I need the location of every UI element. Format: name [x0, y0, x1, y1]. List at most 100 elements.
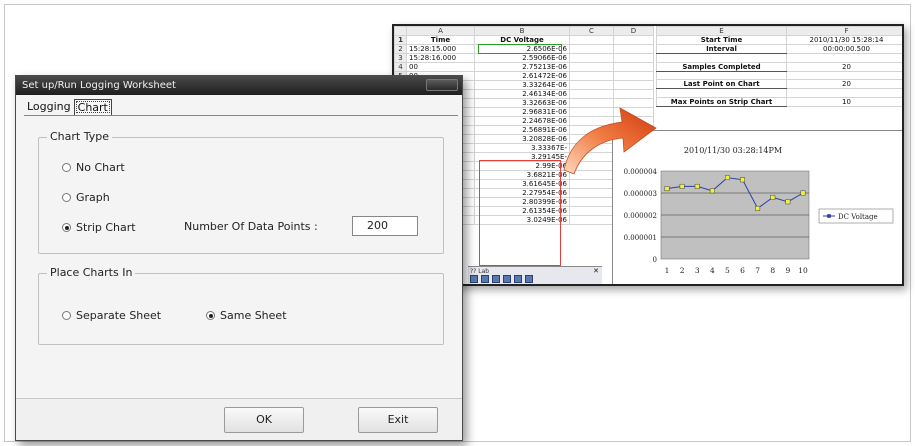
voltage-cell[interactable]: 2.75213E-06: [474, 62, 570, 72]
tool-icon[interactable]: [514, 275, 522, 283]
voltage-cell[interactable]: 2.80399E-06: [474, 197, 570, 207]
cell[interactable]: [569, 215, 614, 225]
radio-label: Separate Sheet: [76, 309, 162, 322]
floating-toolbar[interactable]: ?? Lab ✕: [468, 266, 602, 284]
info-label[interactable]: Last Point on Chart: [656, 79, 787, 90]
voltage-cell[interactable]: 2.27954E-06: [474, 188, 570, 198]
x-tick-label: 5: [725, 266, 730, 275]
cell[interactable]: [569, 179, 614, 189]
cell[interactable]: [613, 44, 654, 54]
time-cell[interactable]: 15:28:15.000: [406, 44, 475, 54]
cell[interactable]: [569, 35, 614, 45]
radio-strip-chart[interactable]: Strip Chart: [62, 221, 136, 234]
column-header-c[interactable]: C: [569, 26, 614, 36]
tool-icon[interactable]: [481, 275, 489, 283]
cell[interactable]: [569, 80, 614, 90]
info-value[interactable]: 10: [786, 96, 902, 107]
voltage-cell[interactable]: 3.20828E-06: [474, 134, 570, 144]
ok-button[interactable]: OK: [224, 407, 304, 433]
radio-button[interactable]: [62, 223, 71, 232]
info-table: E F Start Time 2010/11/30 15:28:14 Inter…: [656, 26, 902, 107]
tool-icon[interactable]: [503, 275, 511, 283]
close-button[interactable]: [426, 79, 458, 91]
cell[interactable]: [613, 80, 654, 90]
voltage-cell[interactable]: 2.61354E-06: [474, 206, 570, 216]
column-header-b[interactable]: B: [474, 26, 570, 36]
tool-icon[interactable]: [470, 275, 478, 283]
info-label[interactable]: Interval: [656, 44, 787, 54]
voltage-cell[interactable]: 2.59066E-06: [474, 53, 570, 63]
data-point: [755, 205, 761, 211]
tool-icon[interactable]: [525, 275, 533, 283]
tool-icon[interactable]: [492, 275, 500, 283]
data-points-input[interactable]: 200: [352, 216, 418, 236]
column-header-d[interactable]: D: [613, 26, 654, 36]
radio-button[interactable]: [62, 193, 71, 202]
cell[interactable]: [613, 71, 654, 81]
exit-button[interactable]: Exit: [358, 407, 438, 433]
column-header-f[interactable]: F: [786, 26, 902, 36]
column-header-e[interactable]: E: [656, 26, 787, 36]
x-tick-label: 3: [695, 266, 700, 275]
data-point: [664, 186, 670, 192]
voltage-cell[interactable]: 3.0249E-06: [474, 215, 570, 225]
info-value[interactable]: 2010/11/30 15:28:14: [786, 35, 902, 45]
voltage-cell[interactable]: 2.96831E-06: [474, 107, 570, 117]
x-tick-label: 9: [785, 266, 790, 275]
voltage-cell[interactable]: 2.24678E-06: [474, 116, 570, 126]
cell[interactable]: [569, 62, 614, 72]
radio-no-chart[interactable]: No Chart: [62, 161, 125, 174]
cell[interactable]: [569, 44, 614, 54]
cell[interactable]: [569, 188, 614, 198]
radio-separate-sheet[interactable]: Separate Sheet: [62, 309, 161, 322]
row-number: 3: [394, 53, 407, 63]
info-value[interactable]: 20: [786, 79, 902, 90]
voltage-cell[interactable]: 2.46134E-06: [474, 89, 570, 99]
voltage-header-cell[interactable]: DC Voltage: [474, 35, 570, 45]
dialog-titlebar[interactable]: Set up/Run Logging Worksheet: [16, 76, 462, 95]
radio-button[interactable]: [62, 163, 71, 172]
voltage-cell[interactable]: 3.61645E-06: [474, 179, 570, 189]
voltage-cell[interactable]: 3.32663E-06: [474, 98, 570, 108]
radio-button[interactable]: [62, 311, 71, 320]
data-points-label: Number Of Data Points :: [184, 220, 318, 233]
data-point: [679, 183, 685, 189]
info-label[interactable]: Max Points on Strip Chart: [656, 96, 787, 107]
voltage-cell[interactable]: 3.33264E-06: [474, 80, 570, 90]
x-tick-label: 10: [798, 266, 808, 275]
voltage-cell[interactable]: 2.6506E-06: [474, 44, 570, 54]
tab-chart[interactable]: Chart: [73, 99, 112, 115]
voltage-cell[interactable]: 2.61472E-06: [474, 71, 570, 81]
legend-marker: [827, 214, 831, 218]
voltage-cell[interactable]: 3.6821E-06: [474, 170, 570, 180]
close-icon[interactable]: ✕: [593, 267, 599, 275]
info-value[interactable]: 20: [786, 61, 902, 72]
radio-same-sheet[interactable]: Same Sheet: [206, 309, 287, 322]
time-cell[interactable]: 00: [406, 62, 475, 72]
voltage-cell[interactable]: 3.29145E-: [474, 152, 570, 162]
arrow-graphic: [563, 107, 657, 175]
time-cell[interactable]: 15:28:16.000: [406, 53, 475, 63]
x-tick-label: 1: [665, 266, 670, 275]
voltage-cell[interactable]: 2.99E-06: [474, 161, 570, 171]
voltage-cell[interactable]: 3.33367E-: [474, 143, 570, 153]
cell[interactable]: [613, 62, 654, 72]
spacer-row: [656, 88, 902, 98]
cell[interactable]: [569, 53, 614, 63]
voltage-cell[interactable]: 2.56891E-06: [474, 125, 570, 135]
data-point: [694, 183, 700, 189]
cell[interactable]: [569, 206, 614, 216]
radio-button[interactable]: [206, 311, 215, 320]
cell[interactable]: [613, 35, 654, 45]
radio-graph[interactable]: Graph: [62, 191, 110, 204]
cell[interactable]: [569, 71, 614, 81]
cell[interactable]: [569, 197, 614, 207]
table-row: 3 15:28:16.000 2.59066E-06: [394, 53, 654, 63]
cell[interactable]: [613, 53, 654, 63]
column-header-a[interactable]: A: [406, 26, 475, 36]
info-label[interactable]: Samples Completed: [656, 61, 787, 72]
info-value[interactable]: 00:00:00.500: [786, 44, 902, 54]
info-label[interactable]: Start Time: [656, 35, 787, 45]
time-header-cell[interactable]: Time: [406, 35, 475, 45]
tab-logging[interactable]: Logging: [24, 99, 74, 115]
